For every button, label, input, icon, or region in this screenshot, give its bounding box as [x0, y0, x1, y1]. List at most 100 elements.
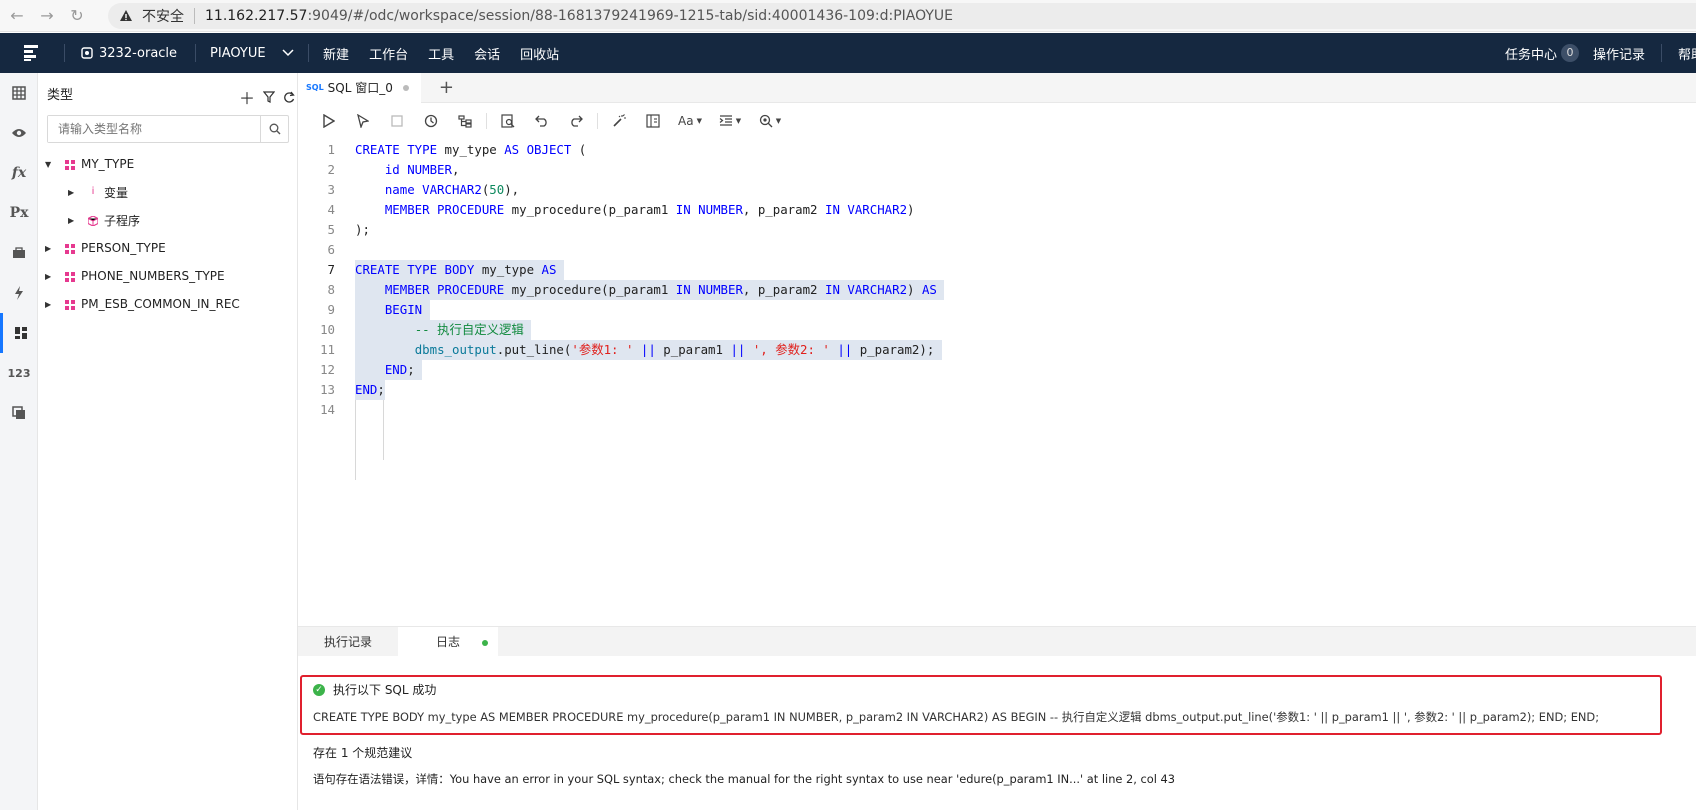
code-line: dbms_output.put_line('参数1: ' || p_param1…	[355, 340, 942, 360]
add-tab-icon[interactable]: +	[439, 77, 454, 98]
success-label: 执行以下 SQL 成功	[333, 683, 437, 697]
line-number: 8	[327, 282, 335, 297]
variable-icon: i	[91, 186, 95, 197]
tree-item-label: PHONE_NUMBERS_TYPE	[81, 269, 225, 283]
menu-session[interactable]: 会话	[474, 44, 500, 63]
connection-name: 3232-oracle	[99, 45, 178, 61]
tab-execution-history[interactable]: 执行记录	[298, 627, 398, 656]
tree-item-my-type[interactable]: ▼ MY_TYPE	[38, 150, 298, 178]
tree-item-pm-esb-common-in-rec[interactable]: ▶ PM_ESB_COMMON_IN_REC	[38, 290, 298, 318]
result-panel: 执行记录 日志 ✓ 执行以下 SQL 成功 CREATE TYPE BODY m…	[298, 626, 1696, 810]
refresh-icon[interactable]	[283, 91, 295, 103]
line-number: 7	[327, 262, 335, 277]
url-text: 11.162.217.57:9049/#/odc/workspace/sessi…	[205, 8, 954, 24]
syntax-error-text: 语句存在语法错误，详情：You have an error in your SQ…	[313, 772, 1176, 786]
tree-item-label: PERSON_TYPE	[81, 241, 166, 255]
trigger-icon[interactable]	[0, 273, 38, 313]
code-line: END;	[355, 360, 423, 380]
tree-item-phone-numbers-type[interactable]: ▶ PHONE_NUMBERS_TYPE	[38, 262, 298, 290]
caret-right-icon[interactable]: ▶	[68, 188, 78, 197]
type-search	[47, 115, 289, 143]
stop-icon[interactable]	[380, 104, 414, 138]
caret-right-icon[interactable]: ▶	[45, 300, 55, 309]
code-line: MEMBER PROCEDURE my_procedure(p_param1 I…	[384, 202, 915, 217]
undo-icon[interactable]	[525, 104, 559, 138]
add-icon[interactable]: ＋	[239, 85, 255, 109]
menu-recycle-bin[interactable]: 回收站	[520, 44, 559, 63]
task-center-label: 任务中心	[1504, 47, 1557, 63]
type-search-input[interactable]	[48, 116, 260, 142]
forward-icon[interactable]: →	[34, 3, 60, 29]
result-tab-bar: 执行记录 日志	[298, 626, 1696, 656]
reload-icon[interactable]: ↻	[64, 3, 90, 29]
check-circle-icon: ✓	[313, 683, 325, 696]
caret-right-icon[interactable]: ▶	[68, 216, 78, 225]
indent-dropdown[interactable]: ▼	[710, 104, 750, 138]
toolbar-divider	[486, 113, 487, 129]
case-dropdown[interactable]: Aa ▼	[670, 104, 710, 138]
search-icon[interactable]	[260, 116, 288, 142]
beautify-wand-icon[interactable]	[602, 104, 636, 138]
redo-icon[interactable]	[559, 104, 593, 138]
menu-new[interactable]: 新建	[323, 44, 349, 63]
line-number: 1	[327, 142, 335, 157]
editor-toolbar: Aa ▼ ▼ ▼	[298, 104, 1696, 138]
tab-log[interactable]: 日志	[398, 627, 498, 656]
table-icon[interactable]	[0, 73, 38, 113]
synonym-icon[interactable]	[0, 393, 38, 433]
back-icon[interactable]: ←	[4, 3, 30, 29]
menu-tools[interactable]: 工具	[428, 44, 454, 63]
line-number: 11	[320, 342, 335, 357]
unsaved-dot-icon[interactable]	[402, 84, 409, 91]
plan-icon[interactable]	[414, 104, 448, 138]
tree-item-label: 子程序	[104, 213, 141, 228]
line-number: 14	[320, 402, 335, 417]
find-icon[interactable]	[491, 104, 525, 138]
line-number: 13	[320, 382, 335, 397]
caret-down-icon[interactable]: ▼	[45, 160, 55, 169]
caret-right-icon[interactable]: ▶	[45, 272, 55, 281]
schema-selector[interactable]: PIAOYUE	[196, 46, 308, 61]
run-selected-icon[interactable]	[346, 104, 380, 138]
package-icon[interactable]	[0, 233, 38, 273]
header-divider	[1661, 44, 1662, 62]
run-icon[interactable]	[312, 104, 346, 138]
tab-label: SQL 窗口_0	[327, 81, 393, 95]
snippet-icon[interactable]	[636, 104, 670, 138]
line-number: 6	[327, 242, 335, 257]
object-type-icon	[65, 299, 75, 310]
filter-icon[interactable]	[263, 91, 275, 103]
address-bar[interactable]: 不安全 11.162.217.57:9049/#/odc/workspace/s…	[108, 3, 1696, 29]
tree-item-subprograms[interactable]: ▶ 子程序	[38, 206, 298, 234]
task-center-button[interactable]: 任务中心 0	[1505, 44, 1579, 63]
code-line: -- 执行自定义逻辑	[355, 320, 532, 340]
indent-icon	[719, 115, 732, 126]
executed-sql-text: CREATE TYPE BODY my_type AS MEMBER PROCE…	[313, 710, 1600, 724]
app-logo-icon[interactable]	[0, 33, 64, 73]
object-type-icon	[65, 271, 75, 282]
sequence-icon[interactable]: 123	[0, 353, 38, 393]
more-dropdown[interactable]: ▼	[750, 104, 790, 138]
code-line: MEMBER PROCEDURE my_procedure(p_param1 I…	[355, 280, 945, 300]
font-case-icon: Aa	[678, 114, 694, 128]
type-icon[interactable]	[0, 313, 38, 353]
status-dot-icon	[482, 640, 488, 646]
operation-log-button[interactable]: 操作记录	[1593, 44, 1645, 63]
caret-right-icon[interactable]: ▶	[45, 244, 55, 253]
tree-item-person-type[interactable]: ▶ PERSON_TYPE	[38, 234, 298, 262]
line-number: 3	[327, 182, 335, 197]
tree-item-variables[interactable]: ▶ i 变量	[38, 178, 298, 206]
view-eye-icon[interactable]	[0, 113, 38, 153]
procedure-icon[interactable]: Px	[0, 193, 38, 233]
connection-selector[interactable]: 3232-oracle	[65, 46, 195, 61]
toolbar-divider	[597, 113, 598, 129]
tab-sql-window[interactable]: SQL SQL 窗口_0	[298, 72, 421, 103]
object-type-icon	[65, 243, 75, 254]
menu-workbench[interactable]: 工作台	[369, 44, 408, 63]
structure-icon[interactable]	[448, 104, 482, 138]
function-icon[interactable]: fx	[0, 153, 38, 193]
caret-down-icon: ▼	[735, 117, 742, 125]
browser-toolbar: ← → ↻ 不安全 11.162.217.57:9049/#/odc/works…	[0, 0, 1696, 32]
sql-editor[interactable]: 1 CREATE TYPE my_type AS OBJECT ( 2 id NU…	[298, 140, 1696, 626]
help-button[interactable]: 帮助	[1678, 44, 1696, 63]
